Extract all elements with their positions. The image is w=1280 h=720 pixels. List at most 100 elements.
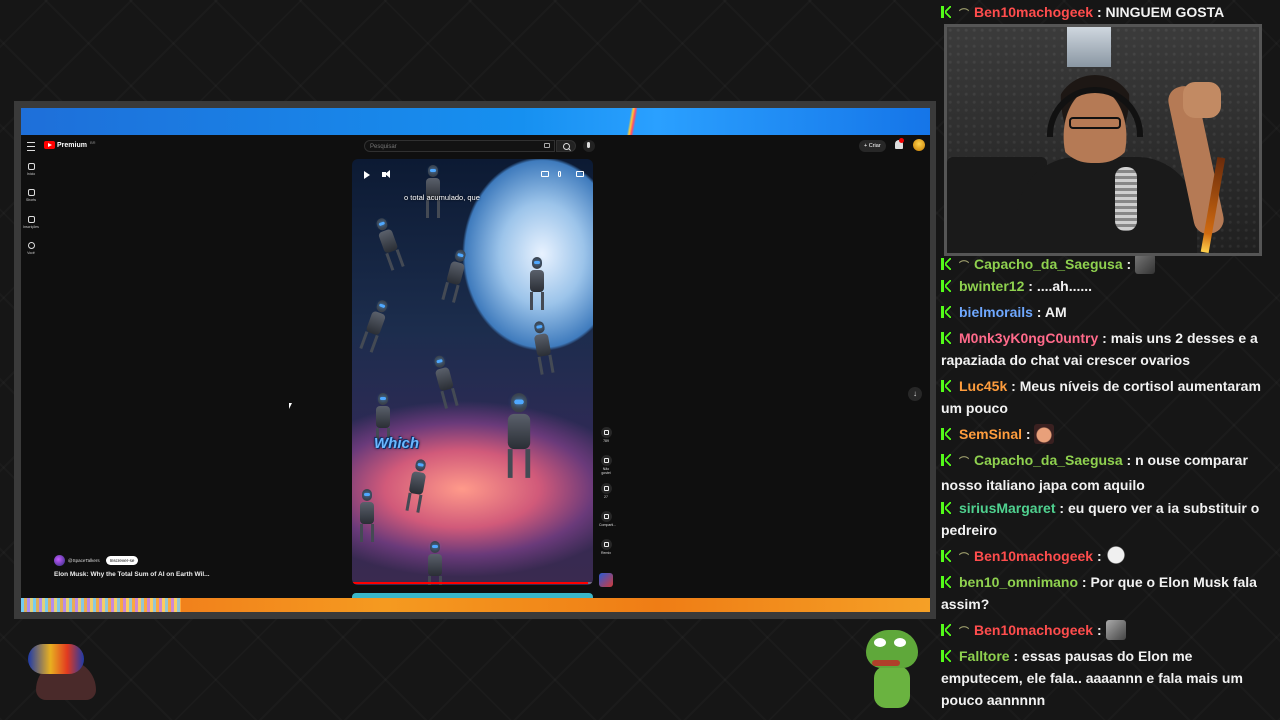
- robot-figure: [530, 257, 544, 310]
- keyboard-icon[interactable]: [544, 143, 550, 148]
- chat-separator: :: [1022, 426, 1035, 442]
- create-label: Criar: [868, 143, 881, 149]
- arrow-down-icon[interactable]: ↓: [908, 387, 922, 401]
- kick-badge-icon: [941, 6, 951, 18]
- kick-badge-icon: [941, 306, 951, 318]
- chat-message: Luc45k : Meus níveis de cortisol aumenta…: [941, 375, 1271, 419]
- youtube-region: BR: [89, 139, 96, 145]
- channel-avatar[interactable]: [54, 555, 65, 566]
- remix-button[interactable]: Remix: [599, 539, 613, 555]
- more-options-icon[interactable]: [558, 171, 561, 177]
- shorts-video-player[interactable]: o total acumulado, que Which: [352, 159, 593, 585]
- chat-username[interactable]: bielmorails: [959, 304, 1033, 320]
- comment-button[interactable]: 27: [599, 483, 613, 499]
- chat-username[interactable]: SemSinal: [959, 426, 1022, 442]
- chat-message: siriusMargaret : eu quero ver a ia subst…: [941, 497, 1271, 541]
- share-button[interactable]: Comparti...: [599, 511, 617, 527]
- chat-username[interactable]: Ben10machogeek: [974, 548, 1093, 564]
- chat-username[interactable]: Falltore: [959, 648, 1010, 664]
- like-button[interactable]: 789: [599, 427, 613, 443]
- pepe-eye: [894, 638, 906, 647]
- notification-badge: [899, 138, 904, 143]
- kick-badge-icon: [941, 454, 951, 466]
- sidebar-item-subscriptions[interactable]: Inscrições: [23, 216, 39, 229]
- video-title[interactable]: Elon Musk: Why the Total Sum of AI on Ea…: [54, 571, 210, 578]
- sidebar-item-home[interactable]: Início: [23, 163, 39, 176]
- chat-username[interactable]: bwinter12: [959, 278, 1024, 294]
- chat-message: M0nk3yK0ngC0untry : mais uns 2 desses e …: [941, 327, 1271, 371]
- microphone: [1115, 167, 1137, 231]
- hat-badge-icon: ⌒: [959, 9, 969, 20]
- sidebar-item-you[interactable]: Você: [23, 242, 39, 255]
- robot-figure: [428, 541, 442, 585]
- chat-username[interactable]: Ben10machogeek: [974, 4, 1093, 20]
- chat-username[interactable]: Ben10machogeek: [974, 622, 1093, 638]
- fist: [1183, 82, 1221, 118]
- chat-message: ⌒ Ben10machogeek :: [941, 545, 1271, 570]
- youtube-logo[interactable]: Premium BR: [44, 139, 96, 149]
- capture-glitch: [21, 598, 181, 612]
- fullscreen-icon[interactable]: [576, 171, 584, 177]
- share-icon: [600, 511, 612, 522]
- video-overlay-word: Which: [374, 435, 419, 452]
- channel-info: @SpaceTalkers Inscrever-se: [54, 555, 139, 566]
- robot-figure: [359, 298, 390, 353]
- hand-emote: [1034, 424, 1055, 444]
- remix-icon: [600, 539, 612, 550]
- subscribe-button[interactable]: Inscrever-se: [105, 556, 139, 565]
- kick-badge-icon: [941, 650, 951, 662]
- dislike-label: Não gostei: [601, 467, 611, 475]
- sidebar-item-label: Inscrições: [23, 225, 39, 229]
- chat-username[interactable]: ben10_omnimano: [959, 574, 1078, 590]
- chat-username[interactable]: Luc45k: [959, 378, 1007, 394]
- search-icon: [563, 143, 570, 150]
- chat-username[interactable]: Capacho_da_Saegusa: [974, 256, 1123, 272]
- kick-badge-icon: [941, 428, 951, 440]
- dislike-button[interactable]: Não gostei: [599, 455, 613, 475]
- chat-username[interactable]: siriusMargaret: [959, 500, 1055, 516]
- like-count: 789: [603, 439, 609, 443]
- hamburger-menu-icon[interactable]: [27, 142, 35, 151]
- kick-badge-icon: [941, 550, 951, 562]
- youtube-logo-text: Premium: [57, 141, 87, 149]
- volume-icon[interactable]: [382, 170, 390, 178]
- hat-badge-icon: ⌒: [959, 553, 969, 564]
- chat-separator: :: [1024, 278, 1037, 294]
- chat-text: NINGUEM GOSTA: [1105, 4, 1225, 20]
- captions-icon[interactable]: [541, 171, 549, 177]
- video-progress-fill: [352, 582, 589, 584]
- pepe-sticker: [860, 626, 924, 710]
- kick-badge-icon: [941, 380, 951, 392]
- chat-message: ⌒ Ben10machogeek :: [941, 619, 1271, 644]
- share-label: Comparti...: [599, 523, 617, 527]
- sound-thumbnail[interactable]: [599, 573, 613, 587]
- robot-figure: [431, 354, 459, 409]
- robot-figure: [360, 489, 374, 542]
- video-progress-bar[interactable]: [352, 582, 593, 584]
- hat-badge-icon: ⌒: [959, 627, 969, 638]
- robot-figure: [426, 165, 440, 218]
- microphone-icon[interactable]: [583, 140, 595, 152]
- sidebar-item-shorts[interactable]: Shorts: [23, 189, 39, 202]
- youtube-play-icon: [44, 141, 55, 149]
- channel-handle[interactable]: @SpaceTalkers: [68, 558, 100, 563]
- chat-separator: :: [1009, 648, 1023, 664]
- remix-label: Remix: [601, 551, 611, 555]
- chat-separator: :: [1007, 378, 1020, 394]
- avatar[interactable]: [913, 139, 925, 151]
- chat-username[interactable]: Capacho_da_Saegusa: [974, 452, 1123, 468]
- chat-separator: :: [1093, 4, 1106, 20]
- search-button[interactable]: [556, 140, 576, 152]
- dislike-icon: [600, 455, 612, 466]
- turtle-sticker: [18, 630, 98, 705]
- turtle-band: [28, 644, 84, 674]
- you-icon: [27, 242, 35, 249]
- chat-username[interactable]: M0nk3yK0ngC0untry: [959, 330, 1098, 346]
- sidebar-item-label: Você: [27, 251, 35, 255]
- play-icon[interactable]: [364, 171, 370, 179]
- pepe-mouth: [872, 660, 900, 666]
- search-input[interactable]: Pesquisar: [364, 140, 555, 152]
- create-button[interactable]: + Criar: [859, 140, 886, 152]
- screen-capture: Premium BR Pesquisar + Criar Início Shor…: [14, 101, 936, 619]
- chat-separator: :: [1055, 500, 1068, 516]
